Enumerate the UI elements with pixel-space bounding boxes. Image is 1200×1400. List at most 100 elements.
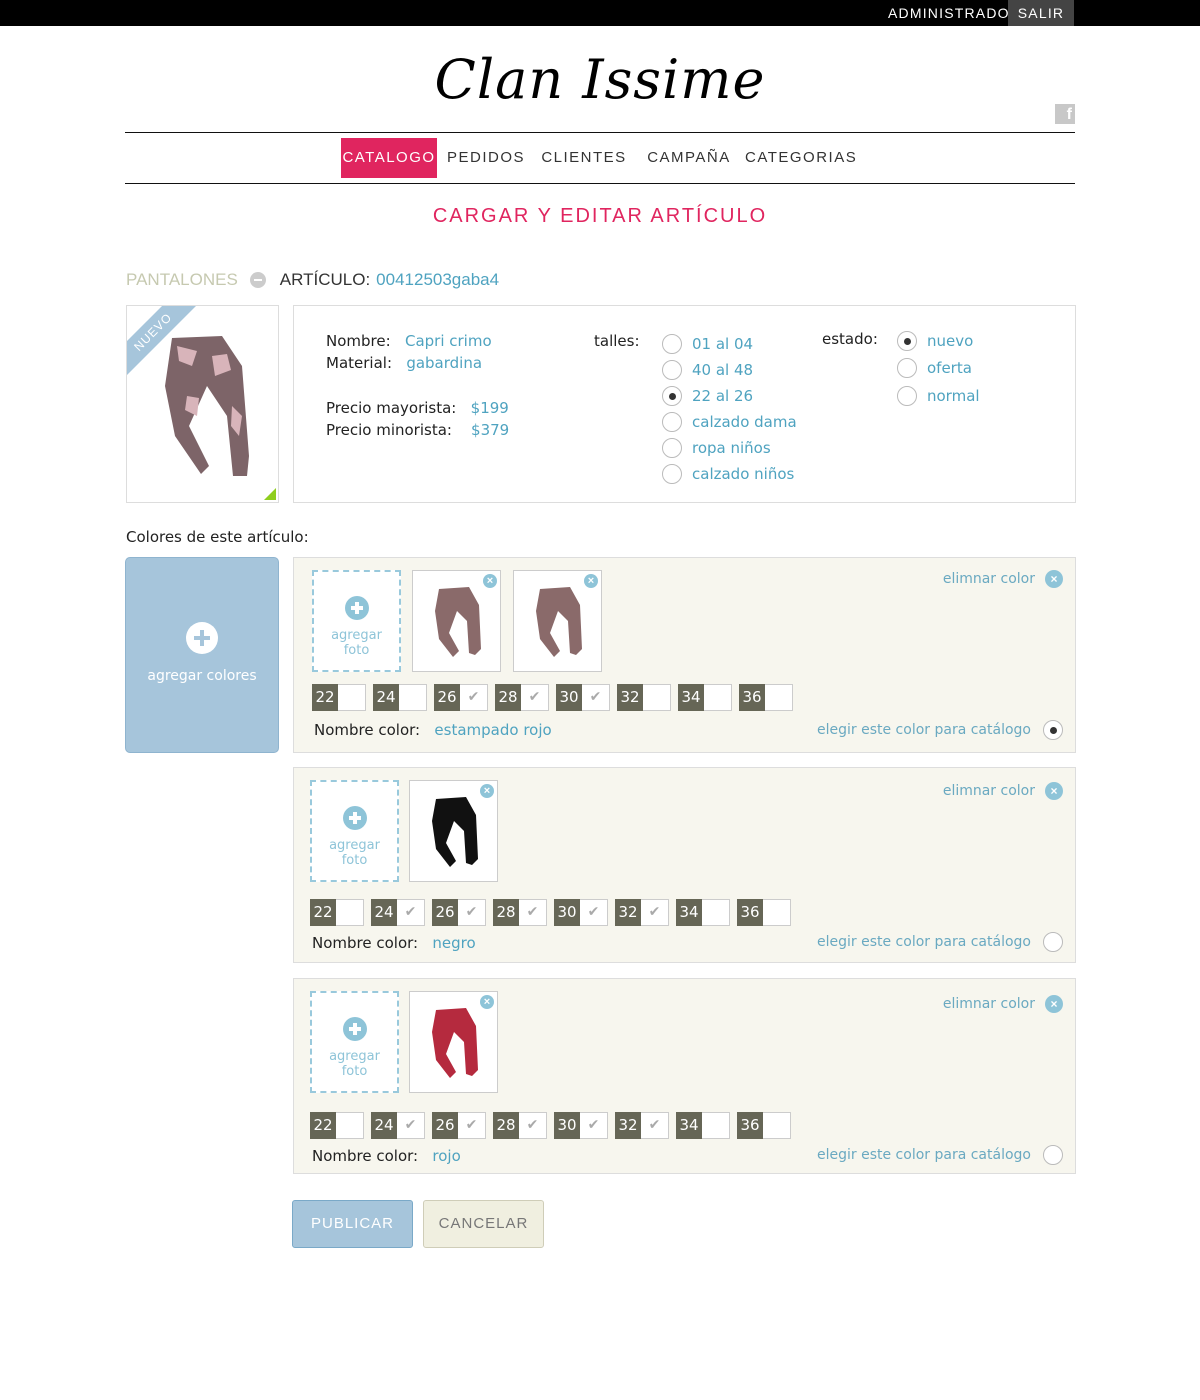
breadcrumb-category[interactable]: PANTALONES [126, 270, 238, 290]
material-value[interactable]: gabardina [406, 354, 482, 372]
nav-campana[interactable]: CAMPAÑA [633, 138, 745, 178]
size-checkbox[interactable] [336, 1112, 364, 1139]
add-photo-button[interactable]: agregar foto [312, 570, 401, 672]
mayorista-value[interactable]: $199 [471, 399, 509, 417]
size-checkbox[interactable] [399, 684, 427, 711]
estado-option[interactable]: oferta [897, 358, 972, 378]
talle-option[interactable]: calzado dama [662, 412, 797, 432]
size-option: 34 [678, 684, 732, 711]
product-photo[interactable]: NUEVO [126, 305, 279, 503]
talle-option[interactable]: 01 al 04 [662, 334, 753, 354]
size-checkbox[interactable]: ✔ [641, 899, 669, 926]
back-icon[interactable] [249, 272, 266, 288]
size-checkbox[interactable]: ✔ [458, 899, 486, 926]
radio-icon[interactable] [897, 358, 917, 378]
color-photo-thumb[interactable]: × [513, 570, 602, 672]
resize-corner[interactable] [264, 488, 276, 500]
remove-photo-icon[interactable]: × [584, 574, 598, 588]
size-option: 32 ✔ [615, 1112, 669, 1139]
nav-catalogo[interactable]: CATALOGO [341, 138, 437, 178]
choose-catalog-color[interactable]: elegir este color para catálogo [817, 932, 1063, 952]
add-colors-button[interactable]: agregar colores [125, 557, 279, 753]
talle-option[interactable]: 40 al 48 [662, 360, 753, 380]
radio-icon[interactable] [662, 412, 682, 432]
talle-option[interactable]: calzado niños [662, 464, 794, 484]
size-checkbox[interactable]: ✔ [641, 1112, 669, 1139]
add-photo-button[interactable]: agregar foto [310, 991, 399, 1093]
color-name-label: Nombre color: [312, 934, 419, 952]
pants-image [432, 1008, 478, 1078]
size-checkbox[interactable] [704, 684, 732, 711]
size-checkbox[interactable]: ✔ [582, 684, 610, 711]
remove-color-button[interactable]: elimnar color × [943, 995, 1063, 1013]
size-checkbox[interactable] [702, 899, 730, 926]
nav-clientes[interactable]: CLIENTES [535, 138, 633, 178]
choose-catalog-color[interactable]: elegir este color para catálogo [817, 1145, 1063, 1165]
radio-icon[interactable] [1043, 932, 1063, 952]
size-label: 36 [739, 684, 765, 711]
publish-button[interactable]: PUBLICAR [292, 1200, 413, 1248]
radio-icon[interactable] [1043, 1145, 1063, 1165]
size-option: 30 ✔ [554, 899, 608, 926]
size-checkbox[interactable] [338, 684, 366, 711]
talle-option[interactable]: ropa niños [662, 438, 771, 458]
size-checkbox[interactable] [763, 899, 791, 926]
size-checkbox[interactable]: ✔ [460, 684, 488, 711]
color-name-value[interactable]: estampado rojo [434, 721, 551, 739]
talle-option-label: 01 al 04 [692, 335, 754, 353]
logout-button[interactable]: SALIR [1008, 0, 1074, 26]
remove-photo-icon[interactable]: × [480, 784, 494, 798]
talle-option-selected[interactable]: 22 al 26 [662, 386, 753, 406]
radio-icon[interactable] [897, 386, 917, 406]
color-name-row: Nombre color: rojo [312, 1147, 461, 1165]
estado-option-selected[interactable]: nuevo [897, 331, 973, 351]
radio-icon[interactable] [662, 464, 682, 484]
size-checkbox[interactable]: ✔ [397, 1112, 425, 1139]
remove-color-button[interactable]: elimnar color × [943, 570, 1063, 588]
size-label: 36 [737, 899, 763, 926]
color-photo-thumb[interactable]: × [409, 991, 498, 1093]
choose-catalog-color[interactable]: elegir este color para catálogo [817, 720, 1063, 740]
size-label: 22 [312, 684, 338, 711]
size-checkbox[interactable] [763, 1112, 791, 1139]
brand-logo[interactable]: Clan Issime [400, 48, 800, 111]
color-photo-thumb[interactable]: × [412, 570, 501, 672]
radio-icon[interactable] [662, 438, 682, 458]
material-label: Material: [326, 354, 392, 372]
remove-color-button[interactable]: elimnar color × [943, 782, 1063, 800]
size-checkbox[interactable]: ✔ [519, 1112, 547, 1139]
nav-pedidos[interactable]: PEDIDOS [437, 138, 535, 178]
size-label: 32 [617, 684, 643, 711]
size-checkbox[interactable] [765, 684, 793, 711]
radio-selected-icon[interactable] [662, 386, 682, 406]
radio-icon[interactable] [662, 360, 682, 380]
nombre-value[interactable]: Capri crimo [405, 332, 492, 350]
nav-divider-top [125, 132, 1075, 133]
size-option: 36 [737, 899, 791, 926]
estado-option[interactable]: normal [897, 386, 980, 406]
size-checkbox[interactable]: ✔ [521, 684, 549, 711]
size-checkbox[interactable]: ✔ [458, 1112, 486, 1139]
size-checkbox[interactable] [643, 684, 671, 711]
add-photo-button[interactable]: agregar foto [310, 780, 399, 882]
radio-selected-icon[interactable] [1043, 720, 1063, 740]
cancel-button[interactable]: CANCELAR [423, 1200, 544, 1248]
choose-catalog-label: elegir este color para catálogo [817, 934, 1031, 950]
size-checkbox[interactable]: ✔ [580, 899, 608, 926]
size-checkbox[interactable]: ✔ [397, 899, 425, 926]
size-checkbox[interactable] [702, 1112, 730, 1139]
color-photo-thumb[interactable]: × [409, 780, 498, 882]
color-name-value[interactable]: rojo [432, 1147, 460, 1165]
radio-selected-icon[interactable] [897, 331, 917, 351]
nav-categorias[interactable]: CATEGORIAS [745, 138, 856, 178]
color-name-value[interactable]: negro [432, 934, 475, 952]
size-checkbox[interactable] [336, 899, 364, 926]
remove-photo-icon[interactable]: × [480, 995, 494, 1009]
size-checkbox[interactable]: ✔ [519, 899, 547, 926]
minorista-value[interactable]: $379 [471, 421, 509, 439]
radio-icon[interactable] [662, 334, 682, 354]
remove-photo-icon[interactable]: × [483, 574, 497, 588]
color-name-row: Nombre color: negro [312, 934, 476, 952]
size-checkbox[interactable]: ✔ [580, 1112, 608, 1139]
facebook-icon[interactable]: f [1055, 104, 1075, 124]
